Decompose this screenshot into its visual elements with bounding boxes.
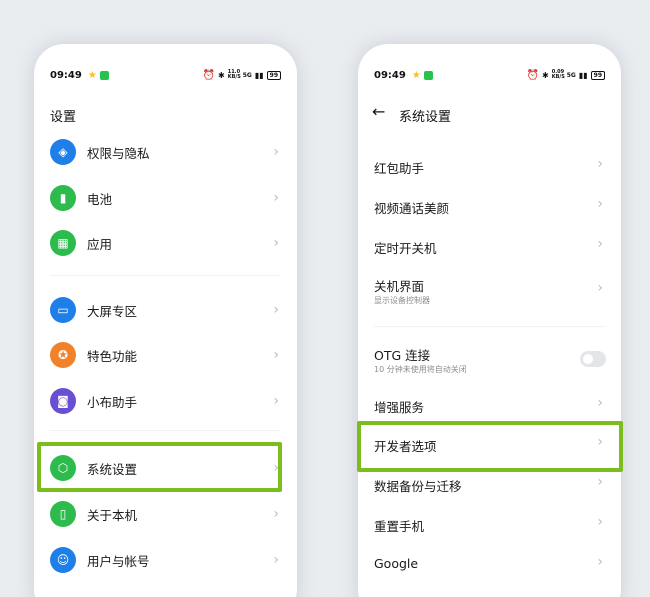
list-item-label: Google <box>374 556 419 571</box>
settings-item-battery[interactable]: ▮ 电池 › <box>34 184 297 212</box>
settings-item-label: 大屏专区 <box>87 303 138 319</box>
settings-item-label: 关于本机 <box>87 507 138 523</box>
chevron-right-icon: › <box>597 395 603 411</box>
list-item-developer-options[interactable]: 开发者选项 › <box>358 434 621 454</box>
phone-icon: ▯ <box>50 501 76 527</box>
page-title: 系统设置 <box>399 110 452 125</box>
battery-level: 99 <box>590 70 605 80</box>
star-feature-icon: ✪ <box>50 342 76 368</box>
status-time: 09:49 <box>374 69 406 81</box>
settings-item-label: 系统设置 <box>87 461 138 477</box>
settings-item-about[interactable]: ▯ 关于本机 › <box>34 500 297 528</box>
list-item-otg[interactable]: OTG 连接 10 分钟未使用将自动关闭 <box>358 343 621 377</box>
chevron-right-icon: › <box>273 144 279 160</box>
chevron-right-icon: › <box>273 190 279 206</box>
list-item-label: 增强服务 <box>374 400 425 415</box>
settings-item-large-screen[interactable]: ▭ 大屏专区 › <box>34 296 297 324</box>
chevron-right-icon: › <box>597 280 603 296</box>
network-speed: 11.0 KB/S <box>227 69 241 80</box>
list-item-scheduled-power[interactable]: 定时开关机 › <box>358 236 621 256</box>
list-item-label: 定时开关机 <box>374 241 437 256</box>
system-settings-icon: ⬡ <box>50 455 76 481</box>
status-bar: 09:49 ★ ⏰ ✱ 11.0 KB/S 5G ▮▮ 99 <box>50 68 281 82</box>
settings-item-label: 电池 <box>87 191 113 207</box>
settings-item-label: 应用 <box>87 236 113 252</box>
section-divider <box>374 326 605 327</box>
chevron-right-icon: › <box>273 393 279 409</box>
back-arrow-icon[interactable]: ← <box>372 102 385 121</box>
app-notification-icon <box>423 70 433 80</box>
list-item-label: 红包助手 <box>374 161 425 176</box>
settings-item-label: 特色功能 <box>87 348 138 364</box>
settings-item-label: 小布助手 <box>87 394 138 410</box>
chevron-right-icon: › <box>273 460 279 476</box>
settings-item-assistant[interactable]: ◙ 小布助手 › <box>34 387 297 415</box>
otg-toggle[interactable] <box>580 351 606 367</box>
battery-level: 99 <box>266 70 281 80</box>
chevron-right-icon: › <box>273 506 279 522</box>
list-item-power-off-screen[interactable]: 关机界面 显示设备控制器 › <box>358 274 621 308</box>
chevron-right-icon: › <box>597 236 603 252</box>
list-item-google[interactable]: Google › <box>358 554 621 574</box>
battery-icon: ▮ <box>50 185 76 211</box>
settings-item-system-settings[interactable]: ⬡ 系统设置 › <box>34 454 297 482</box>
list-item-label: 视频通话美颜 <box>374 201 450 216</box>
settings-item-privacy[interactable]: ◈ 权限与隐私 › <box>34 138 297 166</box>
list-item-label: 重置手机 <box>374 519 425 534</box>
chevron-right-icon: › <box>597 554 603 570</box>
chevron-right-icon: › <box>597 156 603 172</box>
assistant-icon: ◙ <box>50 388 76 414</box>
alarm-icon: ⏰ <box>202 69 216 81</box>
system-settings-screen: 09:49 ★ ⏰ ✱ 0.09 KB/S 5G ▮▮ 99 ← 系统设置 红包… <box>358 44 621 597</box>
signal-bars-icon: ▮▮ <box>578 70 588 80</box>
section-divider <box>50 275 281 276</box>
settings-item-label: 用户与帐号 <box>87 553 150 569</box>
star-notification-icon: ★ <box>87 69 97 81</box>
signal-label: 5G <box>566 71 576 79</box>
status-time: 09:49 <box>50 69 82 81</box>
star-notification-icon: ★ <box>411 69 421 81</box>
list-item-label: OTG 连接 <box>374 348 431 363</box>
list-item-subtitle: 10 分钟未使用将自动关闭 <box>374 365 467 374</box>
signal-label: 5G <box>242 71 252 79</box>
page-title: 设置 <box>50 110 77 125</box>
status-bar: 09:49 ★ ⏰ ✱ 0.09 KB/S 5G ▮▮ 99 <box>374 68 605 82</box>
settings-item-label: 权限与隐私 <box>87 145 150 161</box>
settings-screen: 09:49 ★ ⏰ ✱ 11.0 KB/S 5G ▮▮ 99 设置 ◈ 权限与隐… <box>34 44 297 597</box>
large-screen-icon: ▭ <box>50 297 76 323</box>
list-item-reset-phone[interactable]: 重置手机 › <box>358 514 621 534</box>
bluetooth-icon: ✱ <box>542 70 549 80</box>
apps-grid-icon: ▦ <box>50 230 76 256</box>
list-item-data-backup[interactable]: 数据备份与迁移 › <box>358 474 621 494</box>
list-item-enhanced-service[interactable]: 增强服务 › <box>358 395 621 415</box>
settings-item-features[interactable]: ✪ 特色功能 › <box>34 341 297 369</box>
list-item-label: 关机界面 <box>374 279 425 294</box>
network-speed: 0.09 KB/S <box>551 69 565 80</box>
chevron-right-icon: › <box>273 347 279 363</box>
settings-item-user-account[interactable]: ☺ 用户与帐号 › <box>34 546 297 574</box>
bluetooth-icon: ✱ <box>218 70 225 80</box>
list-item-video-beauty[interactable]: 视频通话美颜 › <box>358 196 621 216</box>
list-item-label: 开发者选项 <box>374 439 437 454</box>
chevron-right-icon: › <box>273 302 279 318</box>
user-account-icon: ☺ <box>50 547 76 573</box>
chevron-right-icon: › <box>597 434 603 450</box>
privacy-icon: ◈ <box>50 139 76 165</box>
list-item-red-packet[interactable]: 红包助手 › <box>358 156 621 176</box>
section-divider <box>50 430 281 431</box>
signal-bars-icon: ▮▮ <box>254 70 264 80</box>
list-item-subtitle: 显示设备控制器 <box>374 296 430 305</box>
chevron-right-icon: › <box>273 552 279 568</box>
chevron-right-icon: › <box>597 514 603 530</box>
alarm-icon: ⏰ <box>526 69 540 81</box>
list-item-label: 数据备份与迁移 <box>374 479 462 494</box>
chevron-right-icon: › <box>273 235 279 251</box>
chevron-right-icon: › <box>597 474 603 490</box>
settings-item-apps[interactable]: ▦ 应用 › <box>34 229 297 257</box>
app-notification-icon <box>99 70 109 80</box>
chevron-right-icon: › <box>597 196 603 212</box>
